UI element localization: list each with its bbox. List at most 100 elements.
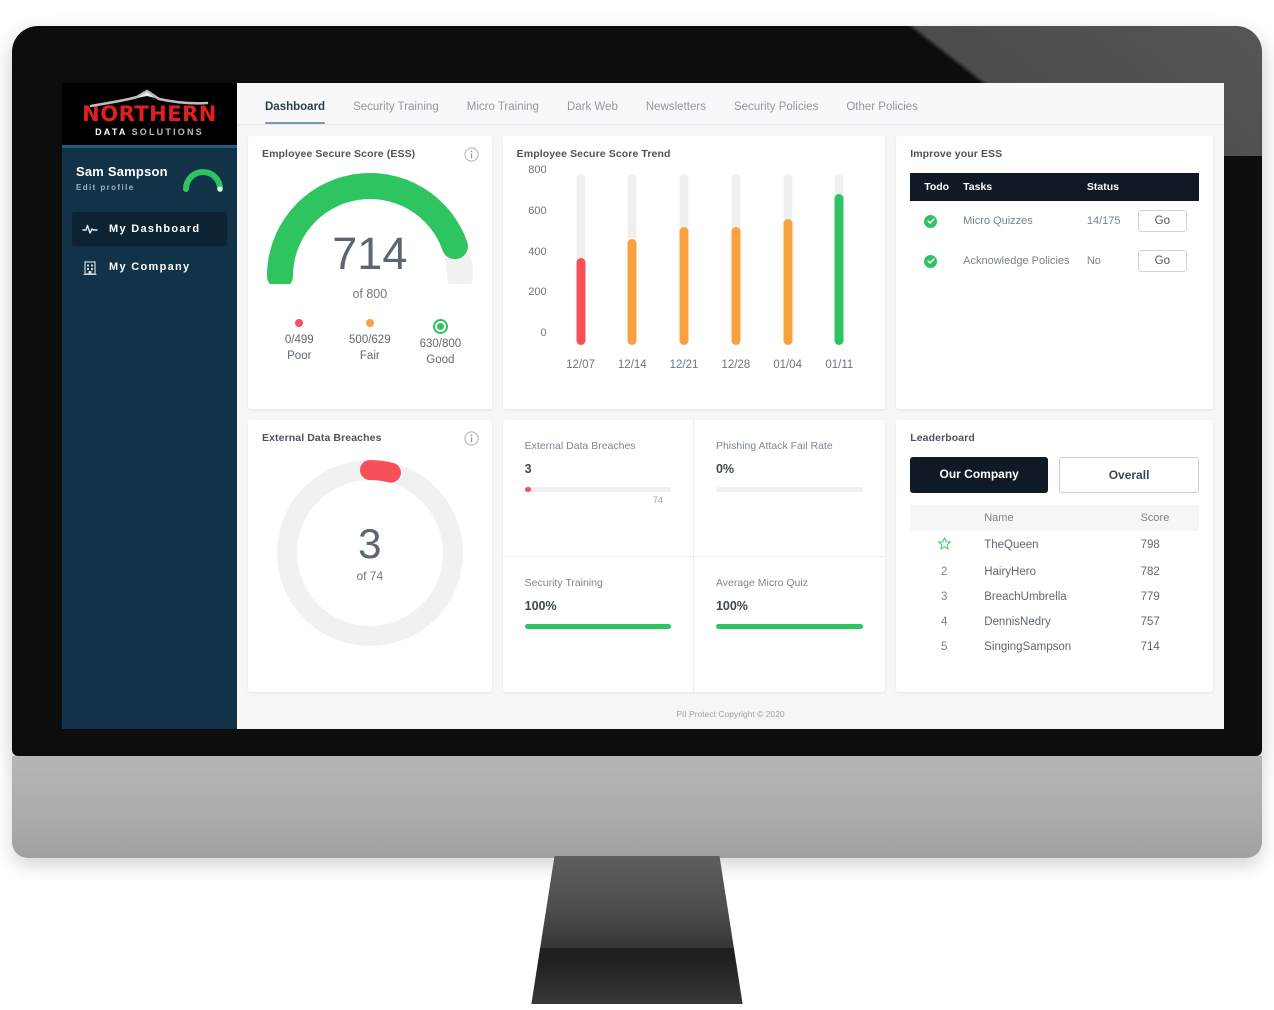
chart-bar[interactable] [783, 174, 793, 345]
info-icon[interactable] [464, 430, 479, 451]
dashboard-grid: Employee Secure Score (ESS) 714 of 800 0… [237, 125, 1224, 703]
metric-progress-cap: 74 [652, 494, 663, 505]
task-status: No [1086, 255, 1101, 267]
tab-security-training[interactable]: Security Training [339, 101, 453, 124]
todo-cell [910, 201, 957, 241]
tab-security-policies[interactable]: Security Policies [720, 101, 832, 124]
ess-score-value: 714 [332, 228, 408, 279]
tab-micro-training[interactable]: Micro Training [453, 101, 553, 124]
player-score: 757 [1140, 616, 1160, 628]
breaches-card-title: External Data Breaches [262, 431, 382, 444]
trend-chart: 0 200 400 600 800 12/07 12/14 12/21 12/28 01/04 01… [517, 164, 872, 379]
table-row: Acknowledge Policies No Go [910, 241, 1199, 281]
legend-dot-icon [365, 319, 374, 327]
column-tasks: Tasks [957, 173, 1081, 201]
sidebar-item-my-company[interactable]: My Company [72, 250, 227, 284]
metric-progress-bar [715, 623, 864, 629]
chart-bar-fill [834, 194, 844, 345]
chart-bar[interactable] [731, 174, 741, 345]
metric-label: Phishing Attack Fail Rate [715, 439, 833, 452]
ess-legend-label: Good [426, 354, 455, 366]
y-axis-tick: 800 [528, 164, 547, 177]
player-score: 798 [1140, 539, 1160, 551]
chart-bar[interactable] [627, 174, 637, 345]
table-row: 4 DennisNedry 757 [910, 610, 1199, 635]
y-axis-tick: 600 [528, 204, 547, 217]
tab-other-policies[interactable]: Other Policies [832, 101, 932, 124]
info-icon[interactable] [464, 147, 479, 167]
x-axis-label: 12/07 [566, 359, 595, 371]
leaderboard-card: Leaderboard Our Company Overall Name Sco… [896, 419, 1213, 692]
column-action [1128, 173, 1199, 201]
leaderboard-tab-overall[interactable]: Overall [1059, 456, 1199, 493]
mini-gauge-icon [183, 169, 223, 192]
breaches-center: 3 of 74 [271, 522, 469, 583]
metric-value: 100% [524, 598, 557, 613]
leaderboard-toggle: Our Company Overall [910, 456, 1199, 493]
task-action-cell: Go [1129, 201, 1199, 241]
go-button[interactable]: Go [1137, 210, 1187, 232]
x-axis-label: 12/28 [721, 359, 751, 371]
mountain-icon [89, 89, 208, 108]
ess-score-of: of 800 [352, 287, 388, 301]
leaderboard-table: Name Score TheQueen 798 2 HairyHero 782 3 Brea… [910, 504, 1199, 660]
table-row: 3 BreachUmbrella 779 [910, 585, 1199, 610]
player-name: TheQueen [984, 539, 1039, 551]
brand-sub-data: DATA [95, 126, 128, 137]
metrics-grid: External Data Breaches 3 74 Phishing Attack… [502, 419, 886, 692]
tab-bar: Dashboard Security Training Micro Training… [237, 83, 1224, 125]
selected-ring-icon [432, 319, 448, 334]
task-action-cell: Go [1129, 241, 1199, 281]
ess-legend-label: Fair [359, 350, 380, 362]
tab-dark-web[interactable]: Dark Web [553, 101, 632, 124]
rank-cell [910, 531, 978, 560]
trend-chart-plot: 0 200 400 600 800 12/07 12/14 12/21 12/28 01/04 01… [528, 164, 866, 371]
leaderboard-tab-our-company[interactable]: Our Company [910, 456, 1049, 493]
chart-bar[interactable] [576, 174, 586, 345]
tab-newsletters[interactable]: Newsletters [632, 101, 720, 124]
sidebar-nav: My Dashboard My Company [62, 212, 237, 284]
user-block: Sam Sampson Edit profile [62, 148, 237, 198]
metric-progress-bar [715, 486, 864, 492]
ess-legend-fair: 500/629 Fair [335, 319, 406, 366]
go-button[interactable]: Go [1137, 250, 1187, 272]
building-icon [82, 259, 98, 275]
check-circle-icon [924, 214, 938, 228]
improve-ess-table: Todo Tasks Status Micro Quizzes 14/175 Go A… [910, 173, 1199, 281]
player-name: BreachUmbrella [984, 591, 1067, 603]
task-name: Acknowledge Policies [963, 255, 1070, 267]
ess-legend-good: 630/800 Good [405, 319, 476, 366]
content-area: Dashboard Security Training Micro Training… [237, 83, 1224, 729]
metric-security-training: Security Training 100% [502, 555, 694, 692]
monitor-base [12, 756, 1262, 858]
x-axis-label: 12/21 [669, 359, 699, 371]
breaches-card: External Data Breaches 3 of 74 [248, 419, 492, 692]
monitor-stand [531, 856, 743, 1004]
x-axis-label: 12/14 [617, 359, 647, 371]
table-row: 2 HairyHero 782 [910, 560, 1199, 585]
metrics-card: External Data Breaches 3 74 Phishing Attack… [502, 419, 886, 692]
metric-value: 0% [715, 461, 735, 476]
metric-external-data-breaches: External Data Breaches 3 74 [503, 419, 694, 556]
improve-ess-card: Improve your ESS Todo Tasks Status Micro… [896, 136, 1213, 409]
chart-bar[interactable] [834, 174, 844, 345]
column-rank [910, 504, 979, 531]
brand-sub-solutions: SOLUTIONS [131, 126, 204, 137]
rank-cell: 3 [941, 591, 948, 603]
metric-label: Average Micro Quiz [715, 576, 808, 589]
table-header-row: Todo Tasks Status [910, 173, 1199, 201]
table-row: TheQueen 798 [910, 531, 1199, 560]
todo-cell [910, 241, 957, 281]
ess-legend: 0/499 Poor 500/629 Fair 630/800 Good [262, 319, 478, 366]
table-row: Micro Quizzes 14/175 Go [910, 201, 1199, 241]
sidebar-item-my-dashboard[interactable]: My Dashboard [72, 212, 227, 246]
tab-dashboard[interactable]: Dashboard [251, 101, 339, 124]
player-name: SingingSampson [984, 641, 1072, 653]
monitor-bezel: NORTHERN DATA SOLUTIONS Sam Sampson Edit… [12, 26, 1262, 756]
ess-gauge-wrap: 714 of 800 0/499 Poor 500/629 Fair 630/800 Go… [262, 168, 478, 366]
chart-bar[interactable] [679, 174, 689, 345]
player-name: DennisNedry [984, 616, 1051, 628]
x-axis-label: 01/11 [825, 359, 854, 371]
metric-progress-bar: 74 [524, 486, 671, 505]
brand-logo: NORTHERN DATA SOLUTIONS [62, 83, 237, 148]
